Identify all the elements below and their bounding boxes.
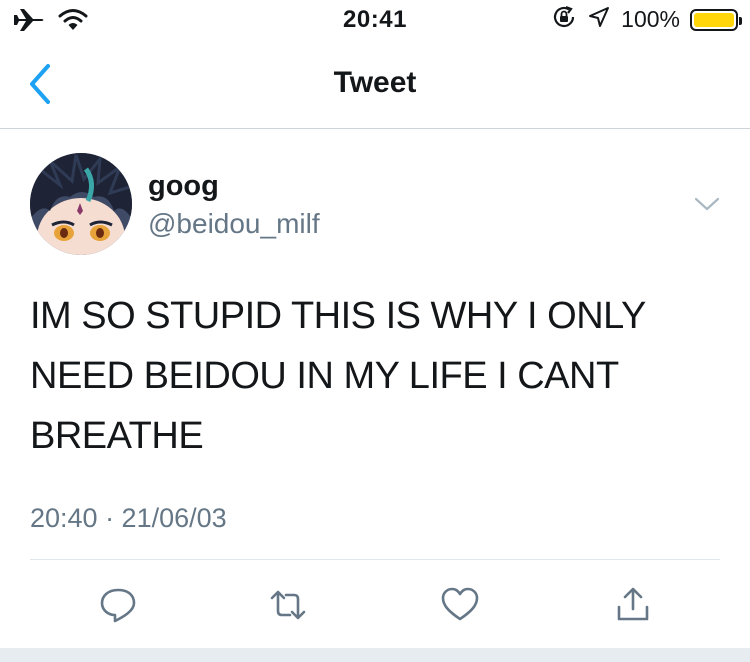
tweet-timestamp[interactable]: 20:40 · 21/06/03 [30,503,227,534]
tweet-text: IM SO STUPID THIS IS WHY I ONLY NEED BEI… [30,295,646,457]
bottom-strip [0,648,750,662]
battery-icon [690,8,742,31]
divider [30,559,720,560]
battery-percent: 100% [621,6,680,32]
tweet-header: goog @beidou_milf [0,150,750,260]
user-handle[interactable]: @beidou_milf [148,208,320,240]
location-icon [587,5,611,34]
retweet-icon [270,590,306,620]
nav-bar: Tweet [0,40,750,129]
orientation-lock-icon [551,4,577,35]
status-bar: 20:41 100% [0,0,750,40]
status-bar-right: 100% [551,4,742,35]
chevron-down-icon [694,197,720,211]
avatar[interactable] [30,153,132,255]
reply-button[interactable] [95,582,141,628]
battery-cap [739,16,742,25]
tweet-menu-button[interactable] [692,192,722,216]
share-button[interactable] [610,582,656,628]
battery-fill [694,12,734,27]
like-button[interactable] [437,582,483,628]
display-name[interactable]: goog [148,170,219,203]
share-icon [617,587,649,621]
tweet-actions [0,582,750,632]
like-icon [441,587,479,621]
reply-icon [100,588,136,623]
page-title: Tweet [333,66,417,99]
retweet-button[interactable] [265,582,311,628]
